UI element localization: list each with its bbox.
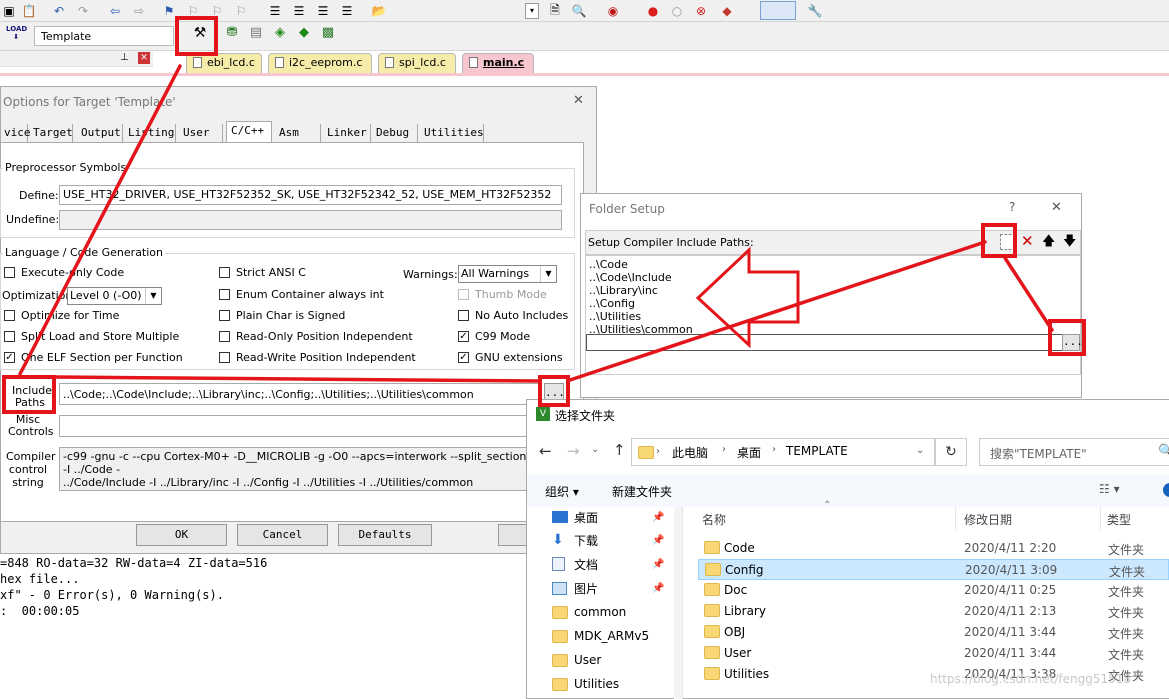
annotation-line [54, 375, 539, 383]
annotation-line [18, 64, 182, 376]
annotation-line [568, 240, 987, 382]
annotation-overlay [18, 64, 1054, 383]
annotation-line [1003, 256, 1054, 332]
